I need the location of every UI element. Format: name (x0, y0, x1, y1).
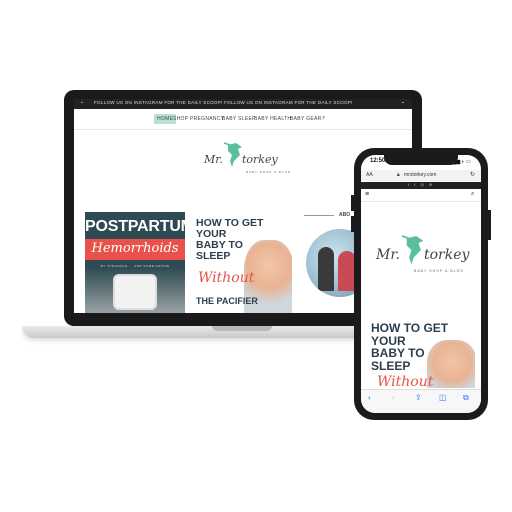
forward-icon[interactable]: › (392, 393, 395, 402)
phone-nav: ≡ ⌕ (361, 189, 481, 202)
post-card-baby-sleep[interactable]: HOW TO GET YOUR BABY TO SLEEP Without TH… (192, 212, 292, 313)
nav-item-shop[interactable]: SHOP (173, 116, 188, 122)
browser-toolbar: ‹ › ⇪ ◫ ⧉ (361, 389, 481, 413)
lock-icon: 🔒︎ (397, 172, 400, 178)
sidebar-heading: ABO (339, 212, 351, 218)
menu-icon[interactable]: ▪ (81, 100, 83, 106)
url-bar[interactable]: AA 🔒︎ mrstorkey.com ↻ (361, 170, 481, 181)
announcement-text: FOLLOW US ON INSTAGRAM FOR THE DAILY SCO… (94, 100, 353, 105)
phone-search-icon[interactable]: ⌕ (471, 191, 474, 198)
nav-item-baby-sleep[interactable]: BABY SLEEP (222, 116, 256, 122)
phone-announcement-bar: f t ◎ ⊕ (361, 182, 481, 189)
phone-site-logo[interactable]: Mr. torkey BABY SHOP & BLOG (376, 235, 476, 275)
nav-item-baby-health[interactable]: BABY HEALTH (254, 116, 291, 122)
phone-side-button (351, 195, 354, 211)
text-size-button[interactable]: AA (366, 172, 373, 178)
toilet-roll-image (113, 274, 157, 310)
phone-notch (384, 155, 458, 165)
social-icon[interactable]: ▪ (402, 100, 404, 106)
phone-time: 12:50 (370, 158, 386, 164)
person-1 (318, 247, 334, 291)
site-logo[interactable]: Mr. torkey BABY SHOP & BLOG (202, 142, 292, 183)
phone-power-button (488, 210, 491, 240)
main-nav: HOME SHOP PREGNANCY BABY SLEEP BABY HEAL… (74, 109, 412, 130)
share-icon[interactable]: ⇪ (415, 393, 422, 402)
phone-side-button (351, 216, 354, 232)
search-icon[interactable]: ⌕ (322, 115, 326, 122)
laptop-notch (212, 326, 272, 331)
url-text: mrstorkey.com (404, 172, 437, 178)
tabs-icon[interactable]: ⧉ (463, 393, 469, 403)
nav-item-baby-gear[interactable]: BABY GEAR (290, 116, 322, 122)
announcement-bar: FOLLOW US ON INSTAGRAM FOR THE DAILY SCO… (74, 99, 412, 109)
hamburger-icon[interactable]: ≡ (365, 191, 369, 198)
phone-screen: 12:50 ▂▄▆ ◐ ▭ AA 🔒︎ mrstorkey.com ↻ f t … (361, 155, 481, 413)
bookmarks-icon[interactable]: ◫ (439, 393, 447, 402)
sidebar-divider (304, 215, 334, 216)
social-icons[interactable]: f t ◎ ⊕ (408, 182, 434, 187)
reload-icon[interactable]: ↻ (470, 171, 475, 178)
back-icon[interactable]: ‹ (368, 393, 371, 402)
phone-post-card[interactable]: HOW TO GET YOUR BABY TO SLEEP Without (367, 318, 475, 388)
nav-item-pregnancy[interactable]: PREGNANCY (190, 116, 224, 122)
post-card-postpartum[interactable]: POSTPARTUM Hemorrhoids MY STRUGGLE ... A… (85, 212, 185, 313)
